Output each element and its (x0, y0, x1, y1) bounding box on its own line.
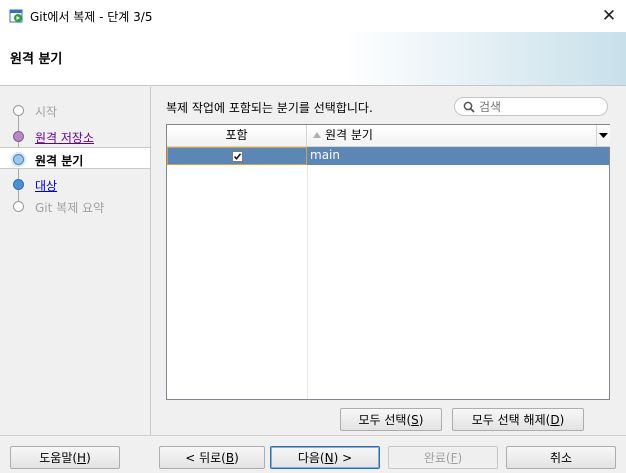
step-label: 원격 분기 (35, 154, 84, 168)
button-label-suffix: ) (559, 412, 565, 427)
button-label: 도움말( (39, 451, 78, 465)
step-destination[interactable]: 대상 (0, 173, 150, 195)
button-label: 다음( (297, 451, 325, 465)
step-dot-icon (13, 131, 24, 142)
sort-ascending-icon (313, 132, 321, 138)
search-icon (463, 101, 475, 113)
title-bar: Git에서 복제 - 단계 3/5 ✕ (0, 0, 626, 32)
button-label: < 뒤로( (185, 451, 226, 465)
button-label-suffix: ) (86, 450, 91, 465)
step-remote-branches: 원격 분기 (0, 147, 150, 169)
step-dot-icon (13, 201, 24, 212)
column-header-label: 원격 분기 (325, 128, 373, 142)
branch-name: main (310, 148, 340, 162)
button-label: 모두 선택( (358, 413, 412, 427)
checkmark-icon (233, 153, 242, 161)
instruction-text: 복제 작업에 포함되는 분기를 선택합니다. (166, 101, 373, 115)
step-remote-repository[interactable]: 원격 저장소 (0, 125, 150, 147)
button-label-suffix: ) (234, 450, 239, 465)
page-title: 원격 분기 (10, 52, 63, 67)
chevron-down-icon (599, 133, 608, 138)
search-input[interactable] (479, 99, 599, 114)
finish-button[interactable]: 완료(F) (388, 446, 498, 469)
search-box[interactable] (454, 97, 608, 116)
steps-panel: 시작 원격 저장소 원격 분기 대상 Git 복제 요약 (0, 87, 151, 435)
step-dot-icon (13, 179, 24, 190)
mnemonic-key: D (550, 412, 560, 427)
button-label-suffix: ) > (333, 450, 353, 465)
column-divider (307, 147, 308, 399)
window-title: Git에서 복제 - 단계 3/5 (30, 10, 153, 24)
step-link[interactable]: 원격 저장소 (35, 129, 94, 146)
branches-table: 포함 원격 분기 main (166, 124, 610, 400)
deselect-all-button[interactable]: 모두 선택 해제(D) (452, 408, 584, 431)
header-banner: 원격 분기 (0, 32, 626, 86)
step-label: Git 복제 요약 (35, 201, 105, 215)
mnemonic-key: N (324, 450, 334, 465)
column-header-include[interactable]: 포함 (167, 125, 307, 147)
back-button[interactable]: < 뒤로(B) (159, 446, 265, 469)
next-button[interactable]: 다음(N) > (270, 446, 380, 469)
table-row[interactable]: main (167, 147, 609, 165)
mnemonic-key: S (411, 412, 419, 427)
column-menu-button[interactable] (597, 125, 610, 147)
button-label-suffix: ) (457, 450, 463, 465)
button-label-suffix: ) (418, 412, 424, 427)
mnemonic-key: B (225, 450, 235, 465)
content-area: 복제 작업에 포함되는 분기를 선택합니다. 포함 원격 분기 (152, 87, 626, 435)
step-dot-icon (13, 154, 24, 165)
help-button[interactable]: 도움말(H) (10, 446, 120, 469)
step-link[interactable]: 대상 (35, 177, 57, 194)
button-label: 취소 (549, 451, 573, 465)
close-button[interactable]: ✕ (592, 0, 626, 32)
cancel-button[interactable]: 취소 (506, 446, 616, 469)
include-checkbox[interactable] (232, 151, 243, 162)
mnemonic-key: H (77, 450, 87, 465)
step-label: 시작 (35, 105, 58, 119)
footer-separator (0, 435, 626, 436)
close-icon: ✕ (601, 6, 617, 26)
step-start: 시작 (0, 99, 150, 121)
app-icon (9, 9, 23, 23)
select-all-button[interactable]: 모두 선택(S) (340, 408, 442, 431)
column-header-remote-branch[interactable]: 원격 분기 (307, 125, 597, 147)
mnemonic-key: F (450, 450, 458, 465)
button-label: 모두 선택 해제( (471, 413, 551, 427)
button-label: 완료( (423, 451, 451, 465)
include-cell (167, 147, 307, 165)
step-dot-icon (13, 105, 24, 116)
step-summary: Git 복제 요약 (0, 195, 150, 217)
